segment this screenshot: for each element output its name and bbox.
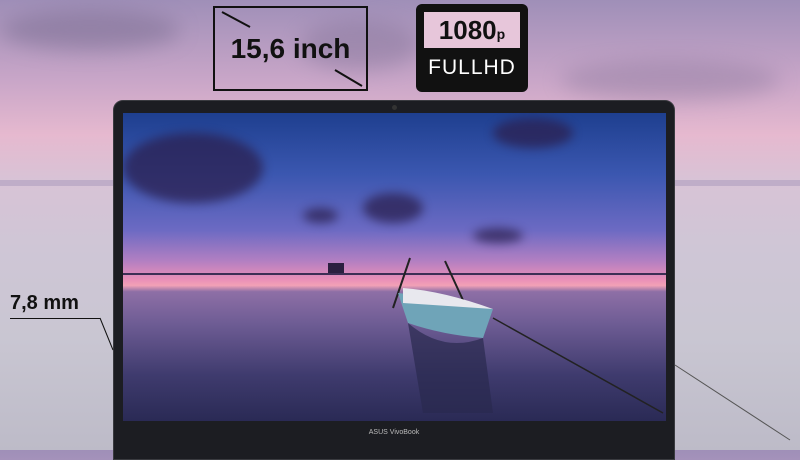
resolution-suffix: p — [496, 26, 506, 42]
resolution-label: FULLHD — [428, 56, 516, 79]
screen-size-label: 15,6 inch — [213, 6, 368, 91]
thickness-label: 7,8 mm — [10, 292, 79, 314]
resolution-main: 1080 — [438, 15, 497, 45]
thickness-pointer — [10, 318, 100, 319]
rope-line — [99, 11, 791, 441]
fullhd-badge: 1080p FULLHD — [416, 4, 528, 92]
screen-size-text: 15,6 inch — [230, 32, 351, 64]
